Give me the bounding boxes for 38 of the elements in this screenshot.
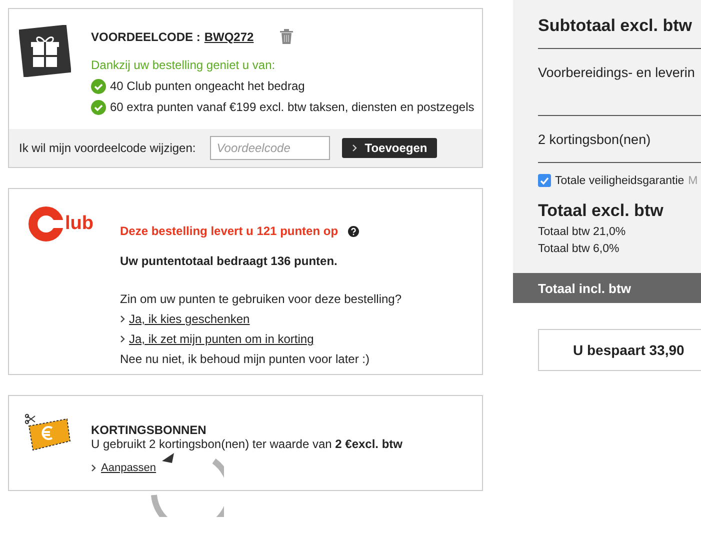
points-earned: Deze bestelling levert u 121 punten op (120, 224, 338, 238)
chevron-icon (120, 315, 125, 323)
chevron-icon (120, 335, 125, 343)
total-incl-label: Totaal incl. btw (513, 273, 701, 303)
total-excl-label: Totaal excl. btw (538, 201, 664, 221)
option-link[interactable]: Ja, ik zet mijn punten om in korting (129, 329, 314, 349)
option-link[interactable]: Ja, ik kies geschenken (129, 309, 250, 329)
coupons-text: U gebruikt 2 kortingsbon(nen) ter waarde van 2 €excl. btw (91, 437, 403, 451)
savings-banner: U bespaart 33,90 (538, 329, 701, 371)
guarantee-label: Totale veiligheidsgarantie (555, 174, 684, 186)
help-icon[interactable] (348, 226, 360, 236)
check-icon (91, 79, 106, 94)
promo-code-field[interactable]: Voordeelcode (210, 136, 330, 160)
add-button[interactable]: Toevoegen (342, 138, 438, 158)
gift-icon (19, 25, 71, 77)
coupons-label: 2 kortingsbon(nen) (538, 116, 701, 163)
benefit-text: 60 extra punten vanaf €199 excl. btw taksen, diensten en postzegels (110, 99, 474, 116)
subtotal-label: Subtotaal excl. btw (538, 14, 701, 49)
promo-code-label: VOORDEELCODE : BWQ272 (91, 30, 254, 44)
benefits-intro: Dankzij uw bestelling geniet u van: (91, 58, 276, 72)
logo-text: lub (65, 213, 94, 235)
points-question: Zin om uw punten te gebruiken voor deze bestelling? (120, 291, 402, 308)
benefit-text: 40 Club punten ongeacht het bedrag (110, 78, 305, 95)
chevron-icon (91, 464, 96, 472)
decline-text: Nee nu niet, ik behoud mijn punten voor later :) (120, 351, 370, 368)
shipping-label: Voorbereidings- en leverin (538, 49, 701, 116)
chevron-icon (352, 144, 357, 152)
club-logo-icon (28, 206, 64, 242)
coupons-title: KORTINGSBONNEN (91, 423, 208, 437)
check-icon (91, 100, 106, 115)
guarantee-checkbox[interactable] (538, 174, 551, 187)
trash-icon[interactable] (280, 29, 293, 44)
change-code-label: Ik wil mijn voordeelcode wijzigen: (19, 141, 196, 155)
guarantee-note: M (688, 174, 698, 186)
points-total: Uw puntentotaal bedraagt 136 punten. (120, 254, 338, 268)
vat-label: Totaal btw 6,0% (538, 243, 620, 255)
adjust-link[interactable]: Aanpassen (101, 462, 156, 474)
vat-label: Totaal btw 21,0% (538, 226, 627, 238)
